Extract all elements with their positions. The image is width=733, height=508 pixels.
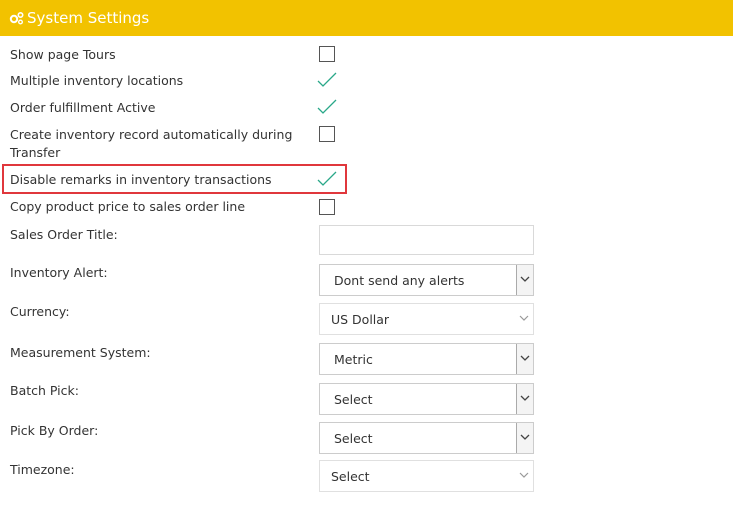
currency-select[interactable]: US Dollar bbox=[319, 303, 534, 335]
timezone-select[interactable]: Select bbox=[319, 460, 534, 492]
disable-remarks-checkbox[interactable] bbox=[316, 170, 338, 188]
pick-by-order-select[interactable]: Select bbox=[319, 422, 534, 454]
disable-remarks-label: Disable remarks in inventory transaction… bbox=[10, 172, 272, 187]
order-fulfillment-label: Order fulfillment Active bbox=[10, 100, 156, 115]
timezone-label: Timezone: bbox=[10, 462, 75, 477]
sales-order-title-input[interactable] bbox=[319, 225, 534, 255]
chevron-down-icon[interactable] bbox=[516, 461, 533, 491]
create-inventory-record-label-line2: Transfer bbox=[10, 145, 61, 160]
currency-label: Currency: bbox=[10, 304, 70, 319]
chevron-down-icon[interactable] bbox=[516, 344, 533, 374]
batch-pick-label: Batch Pick: bbox=[10, 383, 79, 398]
copy-product-price-label: Copy product price to sales order line bbox=[10, 199, 246, 214]
measurement-system-value: Metric bbox=[334, 352, 373, 367]
chevron-down-icon[interactable] bbox=[516, 423, 533, 453]
gears-icon bbox=[9, 11, 24, 25]
chevron-down-icon[interactable] bbox=[516, 304, 533, 334]
timezone-value: Select bbox=[331, 469, 370, 484]
chevron-down-icon[interactable] bbox=[516, 265, 533, 295]
currency-value: US Dollar bbox=[331, 312, 390, 327]
inventory-alert-label: Inventory Alert: bbox=[10, 265, 108, 280]
chevron-down-icon[interactable] bbox=[516, 384, 533, 414]
multiple-inventory-locations-label: Multiple inventory locations bbox=[10, 73, 184, 88]
show-page-tours-checkbox[interactable] bbox=[319, 46, 335, 62]
measurement-system-label: Measurement System: bbox=[10, 345, 151, 360]
batch-pick-select[interactable]: Select bbox=[319, 383, 534, 415]
measurement-system-select[interactable]: Metric bbox=[319, 343, 534, 375]
settings-header: System Settings bbox=[0, 0, 733, 36]
show-page-tours-label: Show page Tours bbox=[10, 47, 116, 62]
batch-pick-value: Select bbox=[334, 392, 373, 407]
inventory-alert-select[interactable]: Dont send any alerts bbox=[319, 264, 534, 296]
multiple-inventory-locations-checkbox[interactable] bbox=[316, 71, 338, 89]
page-title: System Settings bbox=[27, 9, 150, 27]
create-inventory-record-checkbox[interactable] bbox=[319, 126, 335, 142]
sales-order-title-label: Sales Order Title: bbox=[10, 227, 118, 242]
copy-product-price-checkbox[interactable] bbox=[319, 199, 335, 215]
pick-by-order-value: Select bbox=[334, 431, 373, 446]
pick-by-order-label: Pick By Order: bbox=[10, 423, 99, 438]
inventory-alert-value: Dont send any alerts bbox=[334, 273, 465, 288]
create-inventory-record-label: Create inventory record automatically du… bbox=[10, 127, 293, 142]
order-fulfillment-checkbox[interactable] bbox=[316, 98, 338, 116]
